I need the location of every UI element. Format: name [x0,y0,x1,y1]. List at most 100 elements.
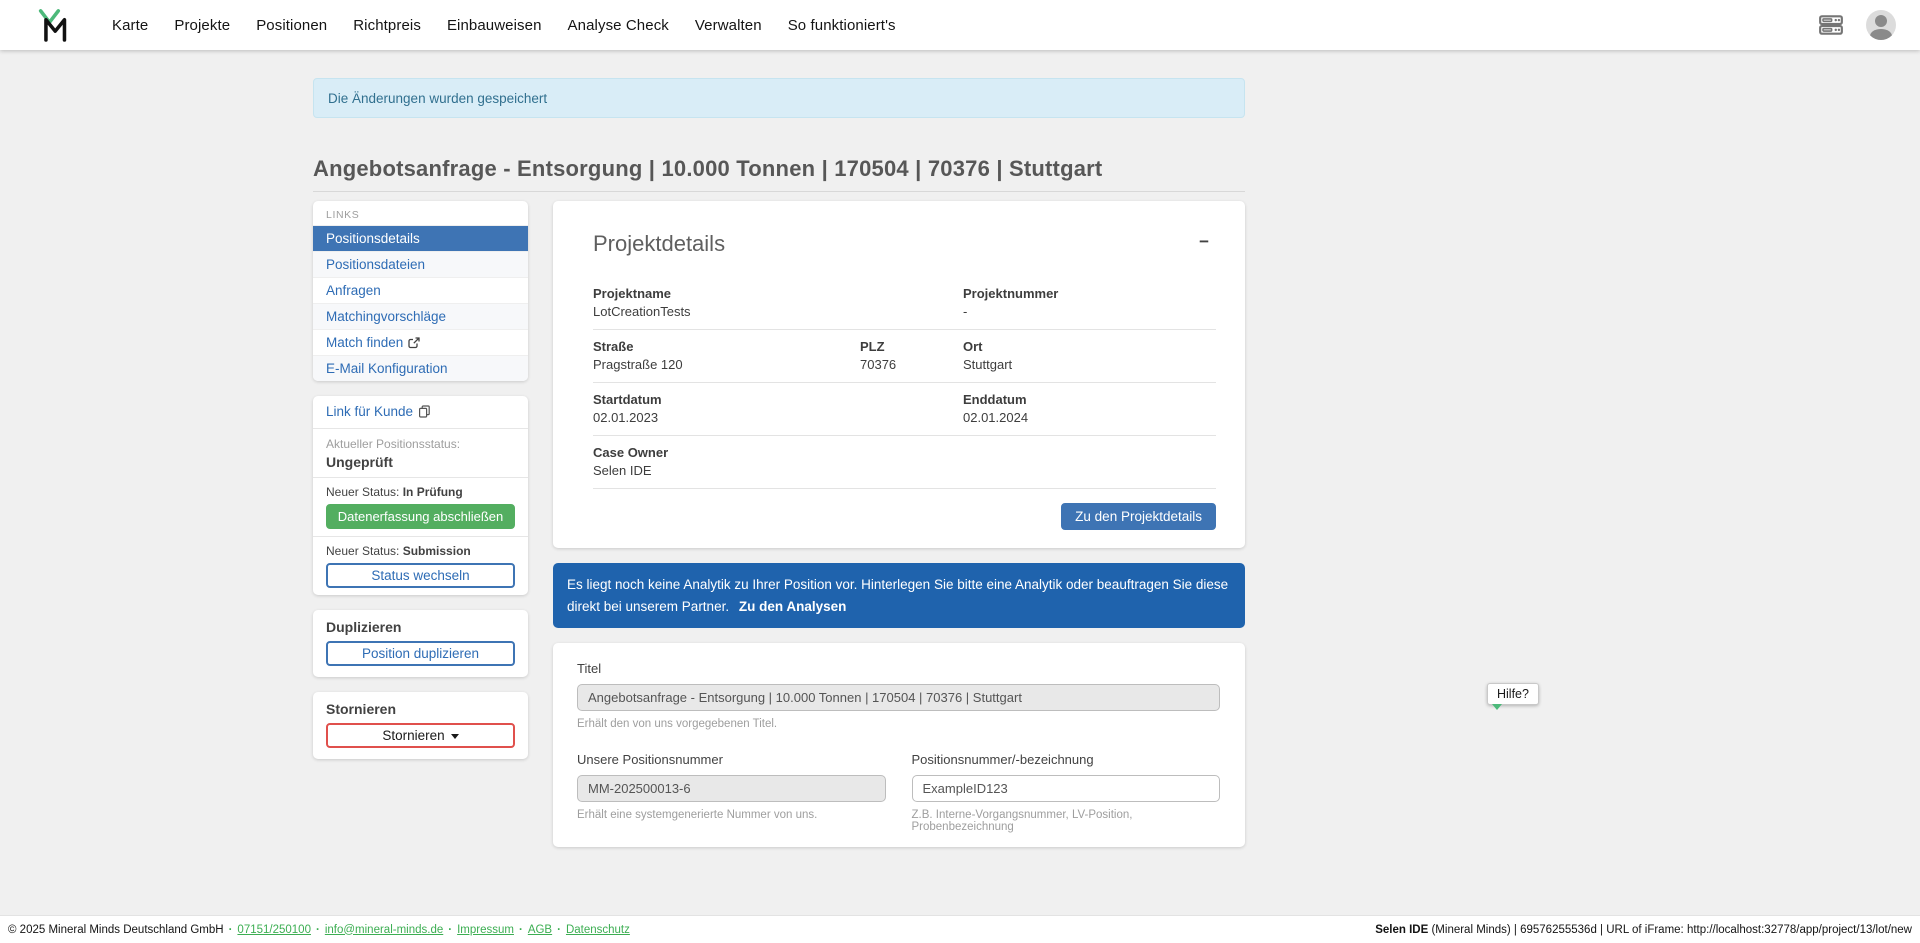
title-field-help: Erhält den von uns vorgegebenen Titel. [577,718,1220,730]
field-value: Pragstraße 120 [593,357,860,373]
status-card: Link für Kunde Aktueller Positionsstatus… [313,396,528,595]
go-to-project-details-button[interactable]: Zu den Projektdetails [1061,503,1216,530]
footer-email-link[interactable]: info@mineral-minds.de [325,924,443,936]
nav-item-karte[interactable]: Karte [112,17,148,34]
separator-dot: · [557,924,561,936]
field-value: Selen IDE [593,463,1216,479]
nav-item-analyse-check[interactable]: Analyse Check [568,17,669,34]
switch-status-button[interactable]: Status wechseln [326,563,515,588]
duplicate-header: Duplizieren [326,619,515,635]
saved-alert: Die Änderungen wurden gespeichert [313,78,1245,118]
project-details-card: Projektdetails − Projektname LotCreation… [553,201,1245,548]
footer: © 2025 Mineral Minds Deutschland GmbH · … [0,915,1920,943]
our-position-number-help: Erhält eine systemgenerierte Nummer von … [577,809,886,821]
separator-dot: · [316,924,320,936]
sidebar-item-anfragen[interactable]: Anfragen [313,277,528,303]
sidebar-item-matchingvorschlaege[interactable]: Matchingvorschläge [313,303,528,329]
project-details-grid: Projektname LotCreationTests Projektnumm… [593,277,1216,489]
analytics-banner: Es liegt noch keine Analytik zu Ihrer Po… [553,563,1245,628]
user-avatar[interactable] [1866,10,1896,40]
field-value: LotCreationTests [593,304,963,320]
field-value: - [963,304,1216,320]
collapse-icon[interactable]: − [1199,233,1209,250]
position-number-label: Positionsnummer/-bezeichnung [912,752,1221,767]
separator-dot: · [229,924,233,936]
main-nav: Karte Projekte Positionen Richtpreis Ein… [112,17,896,34]
field-label: Projektname [593,285,963,302]
copy-icon [418,405,431,418]
sidebar-item-email-konfiguration[interactable]: E-Mail Konfiguration [313,355,528,381]
sidebar: LINKS Positionsdetails Positionsdateien … [313,201,528,759]
footer-impressum-link[interactable]: Impressum [457,924,514,936]
nav-item-projekte[interactable]: Projekte [174,17,230,34]
cancel-dropdown-button[interactable]: Stornieren [326,723,515,748]
mineral-minds-logo [38,8,68,42]
footer-phone-link[interactable]: 07151/250100 [237,924,311,936]
table-row: Straße Pragstraße 120 PLZ 70376 Ort Stut… [593,330,1216,383]
title-field [577,684,1220,711]
footer-session-text: (Mineral Minds) | 69576255536d | URL of … [1428,924,1912,936]
nav-item-positionen[interactable]: Positionen [256,17,327,34]
field-label: Projektnummer [963,285,1216,302]
sidebar-item-positionsdateien[interactable]: Positionsdateien [313,251,528,277]
position-number-field[interactable] [912,775,1221,802]
new-status-prefix: Neuer Status: [326,544,399,558]
table-row: Case Owner Selen IDE [593,436,1216,489]
duplicate-card: Duplizieren Position duplizieren [313,610,528,677]
current-status-value: Ungeprüft [326,454,515,470]
customer-link-label: Link für Kunde [326,404,413,419]
nav-item-einbauweisen[interactable]: Einbauweisen [447,17,542,34]
links-card-header: LINKS [313,201,528,225]
sidebar-item-label: Positionsdateien [326,256,425,273]
new-status-value: In Prüfung [403,485,463,499]
server-icon[interactable] [1818,12,1844,38]
top-navigation-bar: Karte Projekte Positionen Richtpreis Ein… [0,0,1920,50]
field-label: Ort [963,338,1216,355]
new-status-line: Neuer Status: In Prüfung [326,485,515,499]
table-row: Startdatum 02.01.2023 Enddatum 02.01.202… [593,383,1216,436]
field-label: Case Owner [593,444,1216,461]
field-value: Stuttgart [963,357,1216,373]
sidebar-item-label: Matchingvorschläge [326,308,446,325]
footer-agb-link[interactable]: AGB [528,924,552,936]
nav-item-so-funktionierts[interactable]: So funktioniert's [788,17,896,34]
table-row: Projektname LotCreationTests Projektnumm… [593,277,1216,330]
avatar-head-shape [1875,15,1887,27]
title-divider [313,191,1245,192]
cancel-card: Stornieren Stornieren [313,692,528,759]
avatar-body-shape [1870,29,1892,40]
footer-datenschutz-link[interactable]: Datenschutz [566,924,630,936]
caret-down-icon [451,734,459,739]
links-card: LINKS Positionsdetails Positionsdateien … [313,201,528,381]
analytics-banner-text: Es liegt noch keine Analytik zu Ihrer Po… [567,577,1228,614]
position-form-card: Titel Erhält den von uns vorgegebenen Ti… [553,643,1245,847]
field-value: 02.01.2023 [593,410,963,426]
field-label: Startdatum [593,391,963,408]
footer-user-name: Selen IDE [1375,924,1428,936]
sidebar-item-positionsdetails[interactable]: Positionsdetails [313,225,528,251]
field-label: Enddatum [963,391,1216,408]
duplicate-position-button[interactable]: Position duplizieren [326,641,515,666]
complete-data-entry-button[interactable]: Datenerfassung abschließen [326,504,515,529]
new-status-value: Submission [403,544,471,558]
sidebar-item-label: Match finden [326,334,403,351]
footer-left: © 2025 Mineral Minds Deutschland GmbH · … [8,924,630,936]
field-value: 02.01.2024 [963,410,1216,426]
go-to-analyses-link[interactable]: Zu den Analysen [739,599,847,614]
field-label: Straße [593,338,860,355]
sidebar-item-label: E-Mail Konfiguration [326,360,448,377]
footer-session-info: Selen IDE (Mineral Minds) | 69576255536d… [1375,924,1912,936]
separator-dot: · [448,924,452,936]
new-status-line: Neuer Status: Submission [326,544,515,558]
nav-item-richtpreis[interactable]: Richtpreis [353,17,421,34]
new-status-prefix: Neuer Status: [326,485,399,499]
sidebar-item-label: Positionsdetails [326,230,420,247]
field-value: 70376 [860,357,963,373]
nav-item-verwalten[interactable]: Verwalten [695,17,762,34]
customer-link[interactable]: Link für Kunde [326,404,431,419]
external-link-icon [408,337,420,349]
content-column: Projektdetails − Projektname LotCreation… [553,201,1245,847]
current-status-label: Aktueller Positionsstatus: [326,436,515,452]
sidebar-item-match-finden[interactable]: Match finden [313,329,528,355]
help-button[interactable]: Hilfe? [1487,683,1539,705]
